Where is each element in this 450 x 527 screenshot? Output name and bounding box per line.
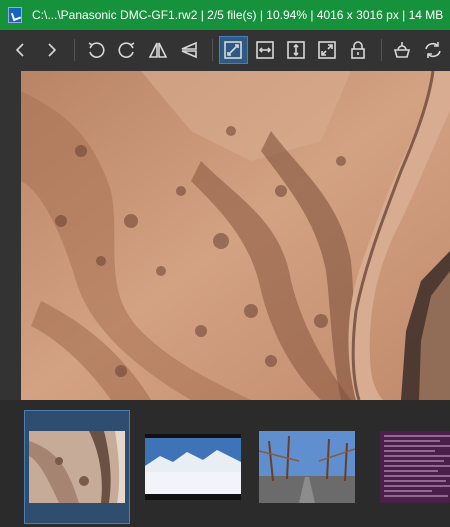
toolbar-separator: [380, 39, 382, 61]
flip-vertical-icon: [181, 41, 198, 59]
rotate-left-icon: [88, 42, 105, 58]
rotate-right-button[interactable]: [112, 36, 141, 64]
chevron-right-icon: [48, 43, 56, 57]
next-image-button[interactable]: [37, 36, 66, 64]
auto-zoom-icon: [224, 41, 243, 59]
title-bar: C:\...\Panasonic DMC-GF1.rw2 | 2/5 file(…: [0, 0, 450, 30]
checkerboard-icon: [394, 42, 411, 58]
refresh-icon: [425, 42, 442, 58]
thumbnail-item[interactable]: [254, 410, 360, 524]
image-viewer[interactable]: [21, 71, 450, 400]
toolbar: [0, 30, 450, 70]
auto-zoom-button[interactable]: [218, 36, 249, 64]
aerial-canyon-photo: [21, 71, 450, 400]
scale-to-fit-button[interactable]: [312, 36, 341, 64]
scale-to-width-icon: [255, 41, 274, 59]
scale-to-width-button[interactable]: [250, 36, 279, 64]
thumbnail-item[interactable]: [24, 410, 130, 524]
scale-to-fit-icon: [318, 41, 336, 59]
app-logo-icon: [8, 7, 22, 23]
chevron-left-icon: [16, 43, 24, 57]
toolbar-separator: [74, 39, 76, 61]
checkerboard-button[interactable]: [388, 36, 417, 64]
thumb-snow-mountains: [145, 434, 241, 500]
flip-horizontal-button[interactable]: [143, 36, 172, 64]
thumbnail-item[interactable]: [368, 410, 450, 524]
thumbnail-strip: [0, 400, 450, 527]
rotate-right-icon: [118, 42, 135, 58]
lock-zoom-button[interactable]: [344, 36, 373, 64]
flip-horizontal-icon: [148, 42, 168, 58]
lock-icon: [351, 41, 365, 59]
thumb-text-screenshot: [380, 431, 450, 503]
thumb-tree-road: [259, 431, 355, 503]
rotate-left-button[interactable]: [81, 36, 110, 64]
thumbnail-item[interactable]: [140, 410, 246, 524]
scale-to-height-icon: [286, 41, 305, 59]
window-title: C:\...\Panasonic DMC-GF1.rw2 | 2/5 file(…: [32, 8, 444, 22]
scale-to-height-button[interactable]: [281, 36, 310, 64]
toolbar-separator: [211, 39, 213, 61]
thumb-aerial: [29, 431, 125, 503]
flip-vertical-button[interactable]: [175, 36, 204, 64]
previous-image-button[interactable]: [6, 36, 35, 64]
refresh-button[interactable]: [419, 36, 448, 64]
